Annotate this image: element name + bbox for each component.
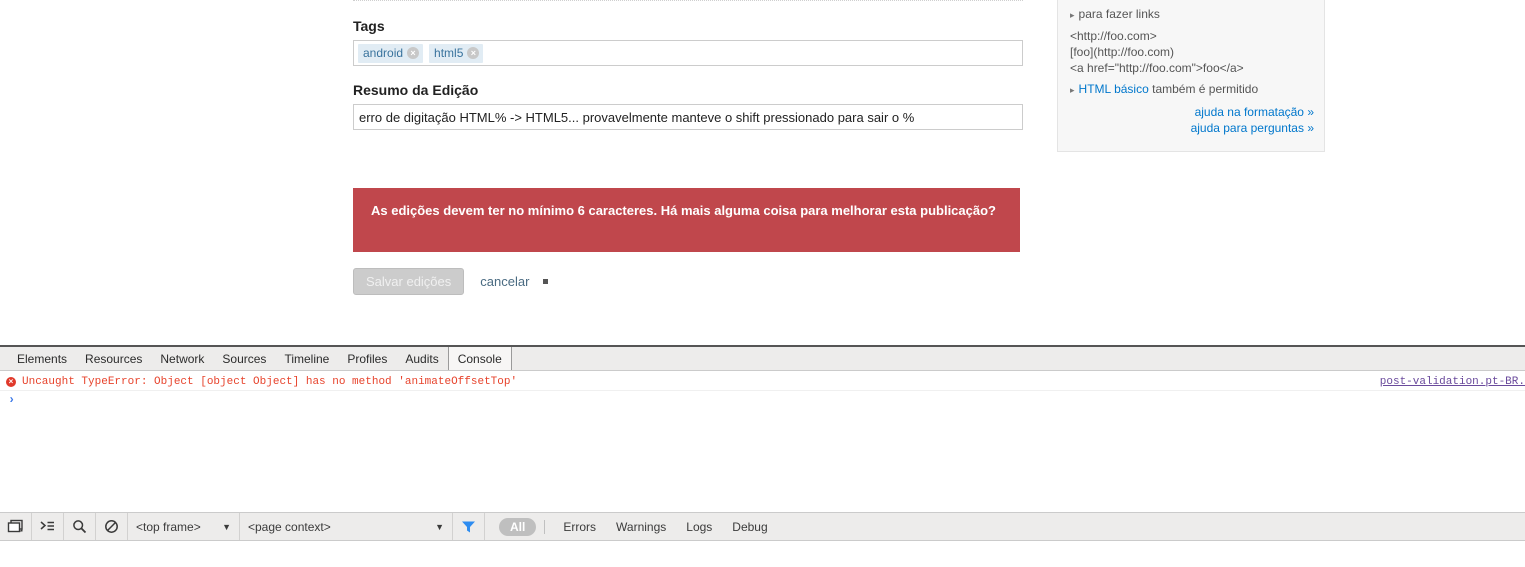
- tag-label: android: [363, 46, 404, 60]
- funnel-filter-icon[interactable]: [453, 513, 485, 540]
- link-help-row[interactable]: ▸ para fazer links: [1070, 6, 1314, 23]
- html-basico-link[interactable]: HTML básico: [1079, 82, 1149, 96]
- console-source-link[interactable]: post-validation.pt-BR.: [1380, 376, 1525, 388]
- tags-label: Tags: [353, 18, 385, 34]
- prompt-chevron-icon: ›: [8, 393, 16, 407]
- close-icon[interactable]: ×: [407, 47, 420, 59]
- tab-resources[interactable]: Resources: [76, 347, 151, 370]
- help-footer-links: ajuda na formatação » ajuda para pergunt…: [1070, 104, 1314, 136]
- tag-label: html5: [434, 46, 464, 60]
- link-code-example-1: <http://foo.com>: [1070, 29, 1157, 43]
- filter-errors[interactable]: Errors: [553, 518, 606, 536]
- tab-timeline[interactable]: Timeline: [275, 347, 338, 370]
- cancel-link[interactable]: cancelar: [480, 274, 529, 289]
- link-help-label: para fazer links: [1078, 7, 1160, 21]
- console-filter-group: All Errors Warnings Logs Debug: [485, 513, 778, 540]
- edit-summary-input[interactable]: [353, 104, 1023, 130]
- filter-debug[interactable]: Debug: [722, 518, 777, 536]
- chevron-down-icon: ▼: [435, 521, 444, 532]
- tab-network[interactable]: Network: [151, 347, 213, 370]
- chevron-right-icon: ▸: [1070, 10, 1075, 20]
- tab-elements[interactable]: Elements: [8, 347, 76, 370]
- draft-indicator-icon: [543, 278, 549, 284]
- html-help-row[interactable]: ▸ HTML básico também é permitido: [1070, 81, 1314, 98]
- filter-warnings[interactable]: Warnings: [606, 518, 676, 536]
- frame-selector-value: <top frame>: [136, 519, 201, 534]
- devtools-bottom-toolbar: <top frame> ▼ <page context> ▼ All Error…: [0, 512, 1525, 541]
- save-edits-button[interactable]: Salvar edições: [353, 268, 465, 295]
- tab-console[interactable]: Console: [447, 347, 512, 370]
- filter-logs[interactable]: Logs: [676, 518, 722, 536]
- tags-input[interactable]: android × html5 ×: [353, 40, 1023, 66]
- tab-audits[interactable]: Audits: [396, 347, 447, 370]
- context-selector[interactable]: <page context> ▼: [240, 513, 453, 540]
- context-selector-value: <page context>: [248, 519, 331, 534]
- tag-chip[interactable]: android ×: [358, 43, 424, 63]
- frame-selector[interactable]: <top frame> ▼: [128, 513, 240, 540]
- search-icon[interactable]: [64, 513, 96, 540]
- console-message-row[interactable]: × Uncaught TypeError: Object [object Obj…: [0, 373, 1525, 391]
- console-drawer-icon[interactable]: [32, 513, 64, 540]
- tab-profiles[interactable]: Profiles: [338, 347, 396, 370]
- edit-summary-label: Resumo da Edição: [353, 82, 479, 98]
- web-page-content: Tags android × html5 × Resumo da Edição …: [0, 0, 1525, 345]
- form-actions: Salvar edições cancelar: [353, 268, 549, 295]
- link-code-example-3: <a href="http://foo.com">foo</a>: [1070, 61, 1244, 75]
- validation-error-banner: As edições devem ter no mínimo 6 caracte…: [353, 188, 1020, 252]
- devtools-tab-bar: Elements Resources Network Sources Timel…: [0, 347, 1525, 371]
- html-help-suffix: também é permitido: [1148, 82, 1259, 96]
- divider: [544, 519, 546, 534]
- devtools-panel: Elements Resources Network Sources Timel…: [0, 345, 1525, 567]
- tab-sources[interactable]: Sources: [213, 347, 275, 370]
- console-input-row[interactable]: ›: [0, 391, 1525, 409]
- formatting-help-panel: ▸ para fazer links <http://foo.com> [foo]…: [1057, 0, 1325, 152]
- console-message-text: Uncaught TypeError: Object [object Objec…: [22, 375, 518, 388]
- edit-form-column: Tags android × html5 × Resumo da Edição: [353, 0, 1023, 130]
- clear-console-icon[interactable]: [96, 513, 128, 540]
- section-divider: [353, 0, 1023, 2]
- link-code-example-2: [foo](http://foo.com): [1070, 45, 1175, 59]
- chevron-down-icon: ▼: [222, 521, 231, 532]
- chevron-right-icon: ▸: [1070, 85, 1075, 95]
- formatting-help-link[interactable]: ajuda na formatação »: [1070, 104, 1314, 120]
- error-icon: ×: [6, 376, 16, 387]
- tag-chip[interactable]: html5 ×: [429, 43, 484, 63]
- questions-help-link[interactable]: ajuda para perguntas »: [1070, 120, 1314, 136]
- close-icon[interactable]: ×: [467, 47, 480, 59]
- dock-panel-icon[interactable]: [0, 513, 32, 540]
- filter-all[interactable]: All: [499, 517, 537, 536]
